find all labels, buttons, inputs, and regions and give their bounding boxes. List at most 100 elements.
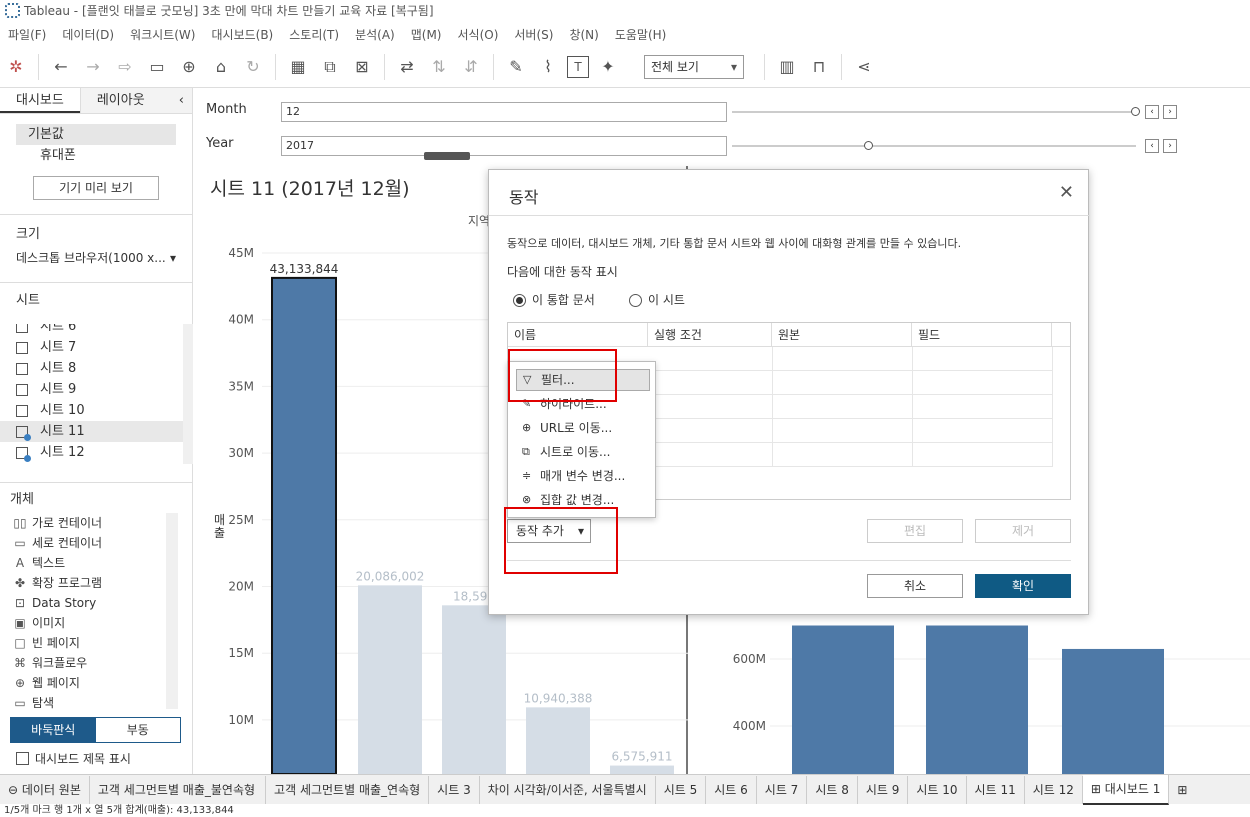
tableau-home-icon[interactable]: ✲ (3, 54, 29, 80)
menu-analysis[interactable]: 분석(A) (347, 24, 403, 46)
share-icon[interactable]: ⋖ (851, 54, 877, 80)
size-select[interactable]: 데스크톱 브라우저(1000 x... (16, 248, 176, 268)
object-vertical-container[interactable]: ▭ 세로 컨테이너 (0, 533, 183, 553)
sheet-item[interactable]: 시트 7 (16, 337, 193, 358)
show-title-row[interactable]: 대시보드 제목 표시 (16, 750, 131, 767)
tab-sheet[interactable]: 시트 5 (656, 775, 707, 804)
object-navigation[interactable]: ▭ 탐색 (0, 693, 183, 709)
menu-file[interactable]: 파일(F) (0, 24, 54, 46)
col-name[interactable]: 이름 (508, 323, 648, 347)
year-prev-button[interactable]: ‹ (1145, 139, 1159, 153)
redo-icon[interactable]: → (80, 54, 106, 80)
radio-workbook[interactable] (513, 294, 526, 307)
group-icon[interactable]: ⌇ (535, 54, 561, 80)
presentation-mode-icon[interactable]: ⊓ (806, 54, 832, 80)
new-datasource-icon[interactable]: ⊕ (176, 54, 202, 80)
year-slider-knob[interactable] (864, 141, 873, 150)
save-icon[interactable]: ▭ (144, 54, 170, 80)
object-extension[interactable]: ✤ 확장 프로그램 (0, 573, 183, 593)
pin-icon[interactable]: ✦ (595, 54, 621, 80)
tab-dashboard-1[interactable]: ⊞ 대시보드 1 (1082, 774, 1170, 805)
menu-data[interactable]: 데이터(D) (54, 24, 122, 46)
tab-layout[interactable]: 레이아웃 ‹ (79, 88, 192, 114)
close-icon[interactable]: ✕ (1059, 182, 1074, 203)
menu-item-url[interactable]: ⊕ URL로 이동... (516, 417, 650, 439)
new-worksheet-icon[interactable]: ▦ (285, 54, 311, 80)
tab-sheet[interactable]: 차이 시각화/이서준, 서울특별시 (480, 775, 656, 804)
sheet-item[interactable]: 시트 12 (16, 442, 193, 463)
tab-sheet[interactable]: 시트 12 (1025, 775, 1083, 804)
tab-sheet[interactable]: 시트 8 (807, 775, 858, 804)
object-scrollbar[interactable] (166, 513, 178, 709)
object-text[interactable]: A 텍스트 (0, 553, 183, 573)
month-slider[interactable] (732, 111, 1136, 115)
object-horizontal-container[interactable]: ▯▯ 가로 컨테이너 (0, 513, 183, 533)
month-next-button[interactable]: › (1163, 105, 1177, 119)
device-default[interactable]: 기본값 (16, 124, 176, 145)
sheet-item[interactable]: 시트 8 (16, 358, 193, 379)
tab-sheet[interactable]: 시트 9 (858, 775, 909, 804)
radio-sheet-row[interactable]: 이 시트 (629, 291, 685, 308)
refresh-icon[interactable]: ↻ (240, 54, 266, 80)
menu-item-change-parameter[interactable]: ≑ 매개 변수 변경... (516, 465, 650, 487)
year-filter-input[interactable]: 2017 (281, 136, 727, 156)
tab-sheet[interactable]: 시트 6 (706, 775, 757, 804)
fit-select[interactable]: 전체 보기 (644, 54, 744, 79)
object-blank[interactable]: □ 빈 페이지 (0, 633, 183, 653)
device-preview-button[interactable]: 기기 미리 보기 (33, 176, 159, 200)
year-slider[interactable] (732, 145, 1136, 149)
tab-sheet[interactable]: 시트 3 (429, 775, 480, 804)
month-slider-knob[interactable] (1131, 107, 1140, 116)
tab-sheet[interactable]: 시트 11 (967, 775, 1025, 804)
menu-server[interactable]: 서버(S) (506, 24, 561, 46)
radio-sheet[interactable] (629, 294, 642, 307)
container-move-handle[interactable] (424, 152, 470, 160)
swap-rows-columns-icon[interactable]: ⇄ (394, 54, 420, 80)
duplicate-sheet-icon[interactable]: ⧉ (317, 54, 343, 80)
sheet-item[interactable]: 시트 10 (16, 400, 193, 421)
collapse-icon[interactable]: ‹ (179, 88, 184, 114)
sort-descending-icon[interactable]: ⇵ (458, 54, 484, 80)
sheet-item[interactable]: 시트 11 (0, 421, 193, 442)
cancel-button[interactable]: 취소 (867, 574, 963, 598)
col-run-on[interactable]: 실행 조건 (648, 323, 772, 347)
menu-window[interactable]: 창(N) (561, 24, 606, 46)
tab-sheet[interactable]: 시트 10 (908, 775, 967, 804)
tab-dashboard[interactable]: 대시보드 (0, 88, 80, 113)
object-image[interactable]: ▣ 이미지 (0, 613, 183, 633)
ok-button[interactable]: 확인 (975, 574, 1071, 598)
floating-button[interactable]: 부동 (96, 718, 181, 742)
tiled-button[interactable]: 바둑판식 (11, 718, 96, 742)
sheet-scrollbar[interactable] (183, 324, 193, 464)
menu-map[interactable]: 맵(M) (403, 24, 450, 46)
show-labels-icon[interactable]: T (567, 55, 589, 78)
show-title-checkbox[interactable] (16, 752, 29, 765)
object-data-story[interactable]: ⊡ Data Story (0, 593, 183, 613)
sort-ascending-icon[interactable]: ⇅ (426, 54, 452, 80)
object-web-page[interactable]: ⊕ 웹 페이지 (0, 673, 183, 693)
tab-sheet[interactable]: 고객 세그먼트별 매출_불연속형 (0, 775, 267, 804)
sheet-item[interactable]: 시트 6 (16, 324, 193, 337)
replay-icon[interactable]: ⇨ (112, 54, 138, 80)
col-fields[interactable]: 필드 (912, 323, 1052, 347)
remove-button[interactable]: 제거 (975, 519, 1071, 543)
show-cards-icon[interactable]: ▥ (774, 54, 800, 80)
clear-sheet-icon[interactable]: ⊠ (349, 54, 375, 80)
undo-icon[interactable]: ← (48, 54, 74, 80)
new-sheet-icon[interactable]: ⊞ (1169, 776, 1195, 804)
sheet-item[interactable]: 시트 9 (16, 379, 193, 400)
edit-button[interactable]: 편집 (867, 519, 963, 543)
menu-format[interactable]: 서식(O) (450, 24, 507, 46)
tab-sheet[interactable]: 고객 세그먼트별 매출_연속형 (266, 775, 430, 804)
highlight-icon[interactable]: ✎ (503, 54, 529, 80)
menu-dashboard[interactable]: 대시보드(B) (203, 24, 281, 46)
menu-help[interactable]: 도움말(H) (607, 24, 675, 46)
tab-sheet[interactable]: 시트 7 (757, 775, 808, 804)
col-source[interactable]: 원본 (772, 323, 912, 347)
year-next-button[interactable]: › (1163, 139, 1177, 153)
object-workflow[interactable]: ⌘ 워크플로우 (0, 653, 183, 673)
device-phone[interactable]: 휴대폰 (16, 145, 176, 166)
month-filter-input[interactable]: 12 (281, 102, 727, 122)
radio-workbook-row[interactable]: 이 통합 문서 (513, 291, 595, 308)
month-prev-button[interactable]: ‹ (1145, 105, 1159, 119)
